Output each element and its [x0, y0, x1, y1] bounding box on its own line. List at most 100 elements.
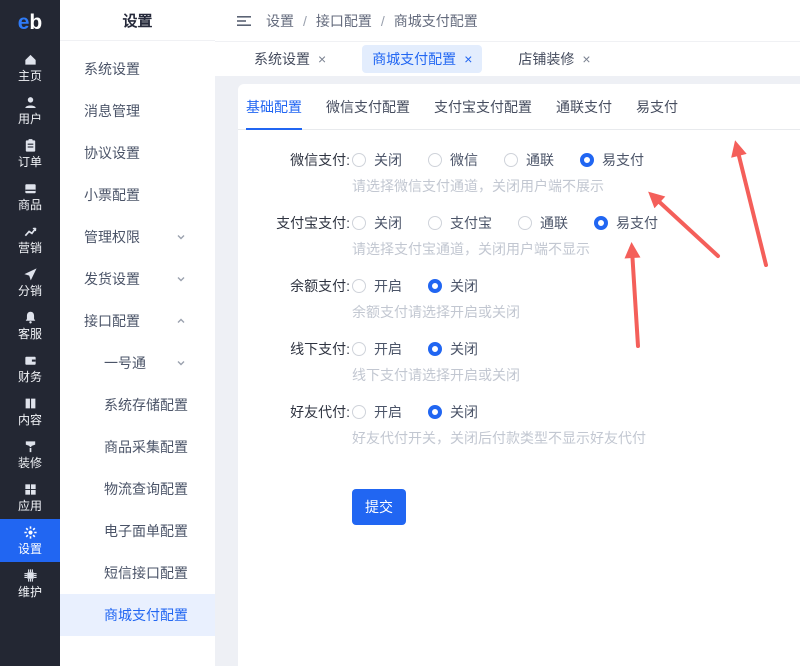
- radio-icon[interactable]: [352, 279, 366, 293]
- brand-logo[interactable]: eb: [0, 0, 60, 46]
- menu-item-goods-collect-config[interactable]: 商品采集配置: [60, 426, 215, 468]
- radio-option-selected[interactable]: 易支付: [580, 150, 644, 170]
- menu-item-mall-pay-config[interactable]: 商城支付配置: [60, 594, 215, 636]
- logo-letter-b: b: [29, 11, 42, 35]
- radio-icon[interactable]: [352, 153, 366, 167]
- menu-item-admin-auth[interactable]: 管理权限: [60, 216, 215, 258]
- radio-label: 易支付: [602, 150, 644, 170]
- sidebar-item-label: 营销: [18, 241, 42, 255]
- chevron-up-icon: [175, 315, 187, 327]
- menu-item-message[interactable]: 消息管理: [60, 90, 215, 132]
- tab-shop-decorate[interactable]: 店铺装修×: [508, 45, 600, 73]
- radio-checked-icon[interactable]: [594, 216, 608, 230]
- radio-option[interactable]: 关闭: [352, 150, 402, 170]
- menu-item-label: 电子面单配置: [104, 521, 188, 541]
- tab-tonglian-pay[interactable]: 通联支付: [556, 84, 612, 129]
- radio-option-selected[interactable]: 易支付: [594, 213, 658, 233]
- tab-yi-pay[interactable]: 易支付: [636, 84, 678, 129]
- main-area: 设置 / 接口配置 / 商城支付配置 系统设置× 商城支付配置× 店铺装修× 基…: [215, 0, 800, 666]
- form-row-offline-pay: 线下支付: 开启 关闭 线下支付请选择开启或关闭: [238, 337, 800, 384]
- open-page-tabs: 系统设置× 商城支付配置 × 店铺装修×: [215, 42, 800, 76]
- radio-option[interactable]: 开启: [352, 339, 402, 359]
- submit-button[interactable]: 提交: [352, 489, 406, 525]
- menu-item-system-settings[interactable]: 系统设置: [60, 48, 215, 90]
- sidebar-item-label: 客服: [18, 327, 42, 341]
- radio-icon[interactable]: [504, 153, 518, 167]
- close-icon[interactable]: ×: [318, 51, 326, 67]
- menu-item-yihaotong[interactable]: 一号通: [60, 342, 215, 384]
- sidebar-item-label: 内容: [18, 413, 42, 427]
- sidebar-item-order[interactable]: 订单: [0, 132, 60, 175]
- menu-item-receipt[interactable]: 小票配置: [60, 174, 215, 216]
- menu-item-logistics-config[interactable]: 物流查询配置: [60, 468, 215, 510]
- radio-option[interactable]: 开启: [352, 402, 402, 422]
- radio-label: 关闭: [450, 339, 478, 359]
- radio-option-selected[interactable]: 关闭: [428, 339, 478, 359]
- menu-item-ewaybill-config[interactable]: 电子面单配置: [60, 510, 215, 552]
- sidebar-item-marketing[interactable]: 营销: [0, 218, 60, 261]
- sidebar-item-goods[interactable]: 商品: [0, 175, 60, 218]
- tab-basic-config[interactable]: 基础配置: [246, 84, 302, 129]
- tab-mall-pay-config[interactable]: 商城支付配置 ×: [362, 45, 482, 73]
- menu-item-label: 系统设置: [84, 59, 140, 79]
- collapse-menu-icon[interactable]: [236, 14, 252, 28]
- menu-item-delivery[interactable]: 发货设置: [60, 258, 215, 300]
- radio-icon[interactable]: [352, 405, 366, 419]
- settings-menu: 系统设置 消息管理 协议设置 小票配置 管理权限 发货设置 接口配置 一号通 系…: [60, 41, 215, 636]
- radio-option[interactable]: 微信: [428, 150, 478, 170]
- field-help-text: 请选择支付宝通道，关闭用户端不显示: [352, 240, 800, 258]
- sidebar-item-service[interactable]: 客服: [0, 304, 60, 347]
- sidebar-item-home[interactable]: 主页: [0, 46, 60, 89]
- tab-label: 商城支付配置: [372, 49, 456, 69]
- breadcrumb-item[interactable]: 设置: [266, 11, 294, 31]
- radio-label: 关闭: [450, 402, 478, 422]
- radio-option[interactable]: 通联: [504, 150, 554, 170]
- secondary-sidebar: 设置 系统设置 消息管理 协议设置 小票配置 管理权限 发货设置 接口配置 一号…: [60, 0, 215, 666]
- field-help-text: 好友代付开关，关闭后付款类型不显示好友代付: [352, 429, 800, 447]
- radio-option-selected[interactable]: 关闭: [428, 276, 478, 296]
- radio-option[interactable]: 开启: [352, 276, 402, 296]
- tab-system-settings[interactable]: 系统设置×: [244, 45, 336, 73]
- tab-wechat-pay-config[interactable]: 微信支付配置: [326, 84, 410, 129]
- field-label: 好友代付:: [238, 402, 350, 422]
- radio-option-selected[interactable]: 关闭: [428, 402, 478, 422]
- sidebar-item-distribution[interactable]: 分销: [0, 261, 60, 304]
- radio-checked-icon[interactable]: [428, 405, 442, 419]
- sidebar-item-content[interactable]: 内容: [0, 390, 60, 433]
- radio-label: 微信: [450, 150, 478, 170]
- menu-item-sms-config[interactable]: 短信接口配置: [60, 552, 215, 594]
- radio-checked-icon[interactable]: [428, 342, 442, 356]
- sidebar-item-decorate[interactable]: 装修: [0, 433, 60, 476]
- menu-item-interface-config[interactable]: 接口配置: [60, 300, 215, 342]
- menu-item-label: 物流查询配置: [104, 479, 188, 499]
- radio-label: 开启: [374, 276, 402, 296]
- wallet-icon: [23, 353, 38, 368]
- breadcrumb-item[interactable]: 接口配置: [316, 11, 372, 31]
- radio-option[interactable]: 关闭: [352, 213, 402, 233]
- paint-icon: [23, 439, 38, 454]
- sidebar-item-apps[interactable]: 应用: [0, 476, 60, 519]
- radio-option[interactable]: 通联: [518, 213, 568, 233]
- sidebar-item-settings[interactable]: 设置: [0, 519, 60, 562]
- close-icon[interactable]: ×: [464, 51, 472, 67]
- menu-item-label: 商城支付配置: [104, 605, 188, 625]
- radio-option[interactable]: 支付宝: [428, 213, 492, 233]
- sidebar-item-maintain[interactable]: 维护: [0, 562, 60, 605]
- radio-icon[interactable]: [352, 216, 366, 230]
- radio-checked-icon[interactable]: [428, 279, 442, 293]
- tab-alipay-config[interactable]: 支付宝支付配置: [434, 84, 532, 129]
- radio-checked-icon[interactable]: [580, 153, 594, 167]
- radio-icon[interactable]: [518, 216, 532, 230]
- menu-item-label: 短信接口配置: [104, 563, 188, 583]
- close-icon[interactable]: ×: [582, 51, 590, 67]
- radio-icon[interactable]: [428, 216, 442, 230]
- menu-item-storage-config[interactable]: 系统存储配置: [60, 384, 215, 426]
- sidebar-item-user[interactable]: 用户: [0, 89, 60, 132]
- menu-item-agreement[interactable]: 协议设置: [60, 132, 215, 174]
- breadcrumb-item[interactable]: 商城支付配置: [394, 11, 478, 31]
- radio-icon[interactable]: [428, 153, 442, 167]
- radio-icon[interactable]: [352, 342, 366, 356]
- app-window: eb 主页 用户 订单 商品 营销 分销 客服: [0, 0, 800, 666]
- sidebar-item-finance[interactable]: 财务: [0, 347, 60, 390]
- field-label: 线下支付:: [238, 339, 350, 359]
